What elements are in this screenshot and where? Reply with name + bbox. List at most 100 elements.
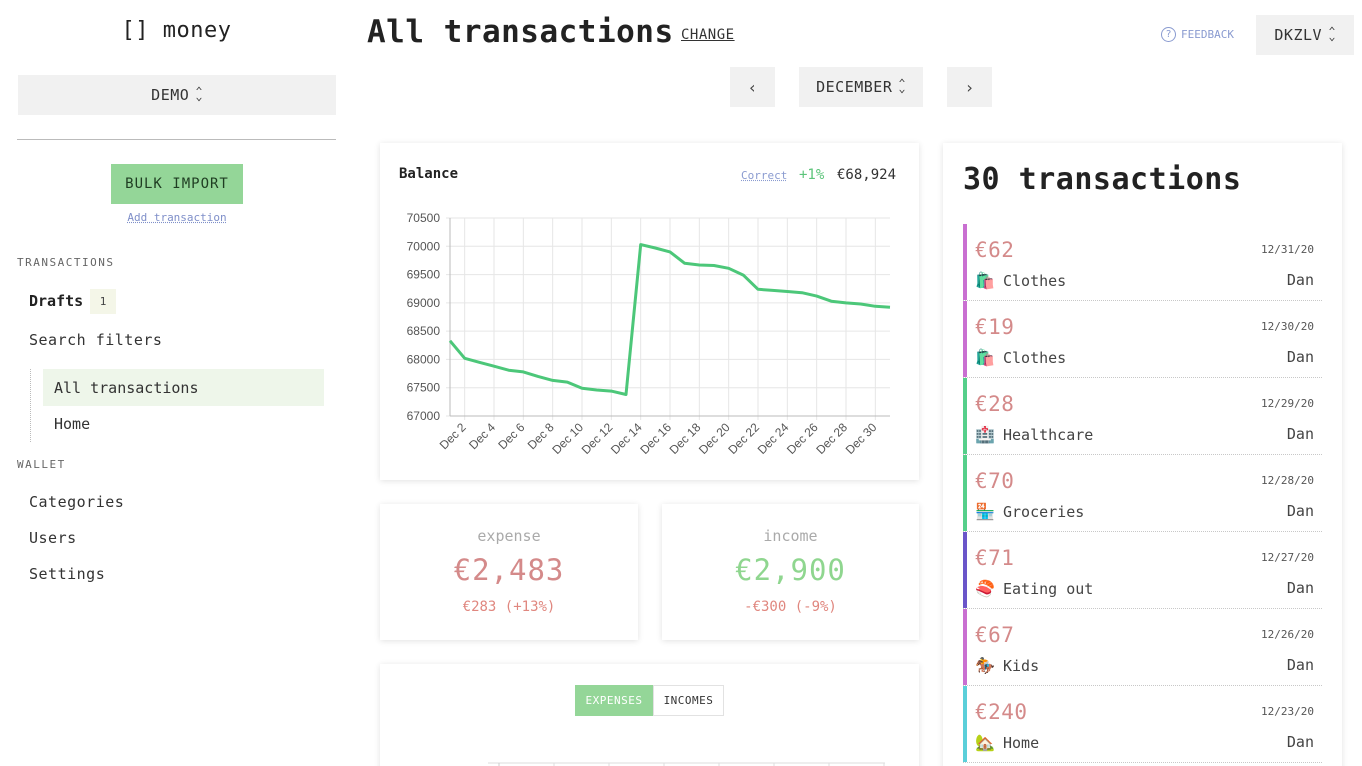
y-tick-label: 67500: [407, 381, 441, 395]
y-tick-label: 69000: [407, 296, 441, 310]
income-delta: -€300 (-9%): [744, 599, 837, 615]
category-emoji-icon: 🍣: [975, 579, 995, 598]
y-tick-label: 67000: [407, 409, 441, 423]
expense-value: €2,483: [453, 553, 565, 587]
balance-line-chart: 67000 67500 68000 68500 69000 69500 70000 70500…: [407, 211, 891, 457]
transaction-row[interactable]: €28 12/29/20 🏥 Healthcare Dan: [963, 378, 1322, 455]
transaction-date: 12/31/20: [1261, 243, 1314, 256]
currency-select[interactable]: DKZLV ⌃ ⌄: [1256, 15, 1354, 55]
transaction-user: Dan: [1286, 271, 1314, 289]
change-filter-link[interactable]: CHANGE: [681, 27, 735, 43]
transaction-user: Dan: [1286, 656, 1314, 674]
category-emoji-icon: 🏡: [975, 733, 995, 752]
x-tick-label: Dec 16: [637, 420, 674, 457]
wallet-select[interactable]: DEMO ⌃ ⌄: [18, 75, 336, 115]
transaction-row[interactable]: €240 12/23/20 🏡 Home Dan: [963, 686, 1322, 763]
help-circle-icon: ?: [1161, 27, 1176, 42]
transactions-count-heading: 30 transactions: [963, 162, 1242, 197]
updown-chevron-icon: ⌃ ⌄: [195, 86, 204, 103]
app-logo[interactable]: [] money: [0, 18, 353, 43]
x-tick-label: Dec 10: [549, 420, 586, 457]
balance-change-percent: +1%: [799, 167, 825, 183]
category-color-bar: [963, 455, 967, 531]
transaction-user: Dan: [1286, 348, 1314, 366]
transaction-date: 12/27/20: [1261, 551, 1314, 564]
x-tick-label: Dec 18: [667, 420, 704, 457]
transaction-date: 12/29/20: [1261, 397, 1314, 410]
filter-item-all-transactions-label: All transactions: [54, 379, 199, 397]
y-tick-label: 70500: [407, 211, 441, 225]
transaction-amount: €240: [975, 700, 1028, 724]
drafts-count-badge: 1: [90, 289, 116, 314]
transaction-amount: €28: [975, 392, 1015, 416]
bulk-import-button[interactable]: BULK IMPORT: [111, 164, 243, 204]
feedback-link[interactable]: ? FEEDBACK: [1161, 27, 1234, 42]
x-tick-label: Dec 26: [784, 420, 821, 457]
transaction-category: 🏥 Healthcare: [975, 425, 1093, 444]
updown-chevron-icon: ⌃ ⌄: [1328, 26, 1337, 43]
transaction-category: 🏇 Kids: [975, 656, 1039, 675]
expenses-toggle[interactable]: EXPENSES: [575, 685, 653, 716]
transaction-row[interactable]: €71 12/27/20 🍣 Eating out Dan: [963, 532, 1322, 609]
transaction-user: Dan: [1286, 733, 1314, 751]
x-tick-label: Dec 6: [495, 420, 527, 452]
category-chart-axis: [488, 762, 885, 766]
correct-balance-link[interactable]: Correct: [741, 169, 787, 182]
balance-value: €68,924: [837, 167, 897, 183]
transaction-row[interactable]: €67 12/26/20 🏇 Kids Dan: [963, 609, 1322, 686]
transaction-user: Dan: [1286, 425, 1314, 443]
x-tick-label: Dec 24: [755, 420, 792, 457]
prev-month-button[interactable]: ‹: [730, 67, 775, 107]
transaction-row[interactable]: €19 12/30/20 🛍️ Clothes Dan: [963, 301, 1322, 378]
drafts-link[interactable]: Drafts: [29, 292, 83, 310]
x-tick-label: Dec 4: [466, 420, 498, 452]
transaction-category: 🛍️ Clothes: [975, 271, 1066, 290]
transaction-category: 🛍️ Clothes: [975, 348, 1066, 367]
filter-item-home[interactable]: Home: [54, 415, 90, 433]
sidebar-item-settings[interactable]: Settings: [29, 565, 105, 583]
transaction-category-label: Clothes: [1003, 348, 1067, 367]
category-color-bar: [963, 686, 967, 762]
transaction-date: 12/23/20: [1261, 705, 1314, 718]
page-title: All transactions: [367, 14, 674, 50]
transaction-category-label: Clothes: [1003, 271, 1067, 290]
transaction-row[interactable]: €70 12/28/20 🏪 Groceries Dan: [963, 455, 1322, 532]
transaction-amount: €71: [975, 546, 1015, 570]
transaction-category-label: Healthcare: [1003, 425, 1094, 444]
x-tick-label: Dec 20: [696, 420, 733, 457]
y-tick-label: 69500: [407, 268, 441, 282]
sidebar-item-users[interactable]: Users: [29, 529, 77, 547]
sidebar-divider: [17, 139, 336, 140]
transaction-date: 12/30/20: [1261, 320, 1314, 333]
next-month-button[interactable]: ›: [947, 67, 992, 107]
search-filters-link[interactable]: Search filters: [29, 331, 162, 349]
balance-title: Balance: [399, 166, 459, 182]
x-tick-label: Dec 14: [608, 420, 645, 457]
expense-delta: €283 (+13%): [462, 599, 556, 615]
y-tick-label: 68000: [407, 352, 441, 366]
month-select-label: DECEMBER: [816, 78, 893, 96]
x-tick-label: Dec 22: [725, 420, 762, 457]
add-transaction-link[interactable]: Add transaction: [111, 211, 243, 224]
category-color-bar: [963, 378, 967, 454]
feedback-label: FEEDBACK: [1181, 28, 1234, 41]
transaction-amount: €62: [975, 238, 1015, 262]
x-tick-label: Dec 28: [813, 420, 850, 457]
y-tick-label: 68500: [407, 324, 441, 338]
incomes-toggle[interactable]: INCOMES: [653, 685, 724, 716]
transactions-section-label: TRANSACTIONS: [17, 256, 115, 269]
transaction-amount: €19: [975, 315, 1015, 339]
transaction-amount: €67: [975, 623, 1015, 647]
x-tick-label: Dec 12: [579, 420, 616, 457]
transaction-user: Dan: [1286, 579, 1314, 597]
transaction-row[interactable]: €62 12/31/20 🛍️ Clothes Dan: [963, 224, 1322, 301]
y-tick-label: 70000: [407, 239, 441, 253]
sidebar-item-categories[interactable]: Categories: [29, 493, 124, 511]
transaction-amount: €70: [975, 469, 1015, 493]
category-emoji-icon: 🛍️: [975, 348, 995, 367]
category-color-bar: [963, 301, 967, 377]
transaction-category-label: Kids: [1003, 656, 1040, 675]
category-emoji-icon: 🏇: [975, 656, 995, 675]
month-select[interactable]: DECEMBER ⌃ ⌄: [799, 67, 923, 107]
income-label: income: [763, 527, 818, 545]
